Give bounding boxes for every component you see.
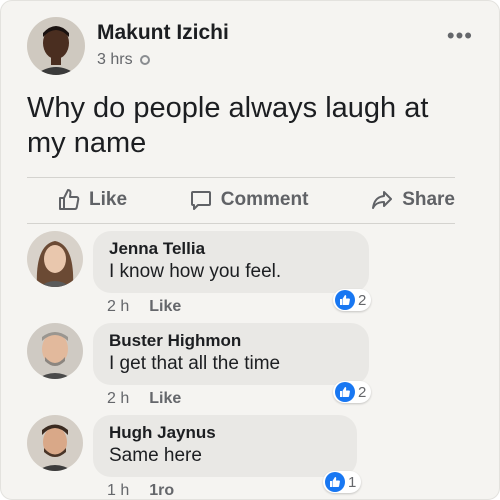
comment-like-button[interactable]: 1ro — [149, 482, 174, 499]
comment-label: Comment — [220, 189, 309, 210]
reaction-number: 2 — [358, 383, 367, 401]
reaction-number: 1 — [348, 473, 357, 491]
reaction-number: 2 — [358, 291, 367, 309]
comment-item: Jenna Tellia I know how you feel. 2 h Li… — [27, 231, 372, 316]
comment-icon — [190, 191, 211, 210]
share-label: Share — [402, 189, 455, 210]
comment-bubble: Buster Highmon I get that all the time — [93, 323, 369, 385]
comment-button[interactable]: Comment — [161, 188, 337, 212]
post-meta: 3 hrs — [97, 51, 229, 69]
comment-meta: 2 h Like — [93, 390, 369, 408]
comment-text: Same here — [109, 445, 202, 466]
commenter-avatar[interactable] — [27, 415, 83, 471]
comment-bubble: Hugh Jaynus Same here — [93, 415, 357, 477]
commenter-name[interactable]: Hugh Jaynus — [109, 423, 341, 443]
commenter-avatar[interactable] — [27, 231, 83, 287]
divider — [27, 177, 455, 178]
post-header: Makunt Izichi 3 hrs — [27, 17, 229, 75]
globe-icon — [139, 55, 150, 65]
comment-text: I know how you feel. — [109, 261, 282, 282]
comment-meta: 1 h 1ro — [93, 482, 357, 499]
share-button[interactable]: Share — [342, 188, 455, 212]
commenter-name[interactable]: Buster Highmon — [109, 331, 353, 351]
comment-meta: 2 h Like — [93, 298, 369, 316]
reaction-count[interactable]: 2 — [333, 289, 372, 311]
more-options-icon[interactable]: ••• — [447, 23, 473, 49]
comment-like-button[interactable]: Like — [149, 390, 181, 408]
like-button[interactable]: Like — [27, 188, 155, 212]
reaction-count[interactable]: 2 — [333, 381, 372, 403]
like-reaction-icon — [335, 382, 355, 402]
author-name[interactable]: Makunt Izichi — [97, 21, 229, 45]
like-label: Like — [89, 189, 128, 210]
post-text: Why do people always laugh at my name — [27, 92, 429, 159]
post-actions: Like Comment Share — [27, 179, 455, 221]
like-reaction-icon — [325, 472, 345, 492]
post-time[interactable]: 3 hrs — [97, 51, 133, 69]
thumbs-up-icon — [59, 189, 80, 210]
like-reaction-icon — [335, 290, 355, 310]
comment-text: I get that all the time — [109, 353, 281, 374]
commenter-name[interactable]: Jenna Tellia — [109, 239, 353, 259]
comment-time: 1 h — [107, 482, 130, 499]
author-avatar[interactable] — [27, 17, 85, 75]
post-card: Makunt Izichi 3 hrs ••• Why do people al… — [0, 0, 500, 500]
reaction-count[interactable]: 1 — [323, 471, 362, 493]
comment-time: 2 h — [107, 390, 130, 407]
comment-like-button[interactable]: Like — [149, 298, 181, 316]
share-icon — [372, 191, 393, 209]
comment-time: 2 h — [107, 298, 130, 315]
comment-item: Buster Highmon I get that all the time 2… — [27, 323, 372, 408]
comment-item: Hugh Jaynus Same here 1 h 1ro 1 — [27, 415, 362, 499]
commenter-avatar[interactable] — [27, 323, 83, 379]
comment-bubble: Jenna Tellia I know how you feel. — [93, 231, 369, 293]
divider — [27, 223, 455, 224]
